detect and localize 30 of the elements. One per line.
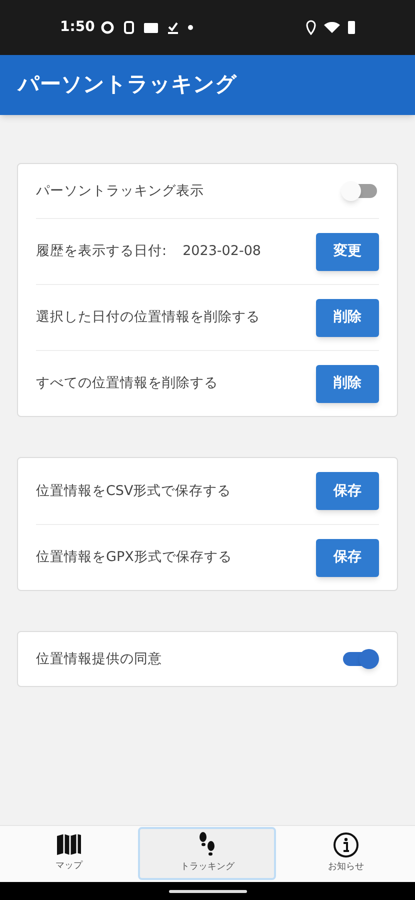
info-icon bbox=[332, 832, 359, 858]
setting-label: 履歴を表示する日付: bbox=[36, 242, 167, 262]
setting-label: パーソントラッキング表示 bbox=[36, 182, 204, 201]
action-button[interactable]: 保存 bbox=[316, 472, 379, 510]
card-icon bbox=[144, 22, 158, 32]
ring-icon bbox=[100, 21, 114, 34]
status-time: 1:50 bbox=[60, 18, 95, 37]
battery-icon bbox=[348, 21, 355, 34]
nav-tab[interactable]: マップ bbox=[0, 827, 138, 880]
setting-label: 位置情報提供の同意 bbox=[36, 650, 162, 669]
check-icon bbox=[168, 22, 178, 34]
nav-tab[interactable]: トラッキング bbox=[138, 827, 276, 880]
map-icon bbox=[56, 833, 82, 858]
action-button[interactable]: 変更 bbox=[316, 232, 379, 270]
date-value: 2023-02-08 bbox=[182, 242, 262, 262]
setting-label: 選択した日付の位置情報を削除する bbox=[36, 308, 260, 328]
toggle-switch[interactable] bbox=[341, 648, 379, 670]
action-button[interactable]: 保存 bbox=[316, 538, 379, 576]
action-button[interactable]: 削除 bbox=[316, 364, 379, 402]
toggle-switch[interactable] bbox=[341, 180, 379, 202]
dot-icon bbox=[188, 25, 193, 30]
location-icon bbox=[306, 20, 316, 35]
setting-label: 位置情報をGPX形式で保存する bbox=[36, 548, 232, 568]
footprints-icon bbox=[198, 832, 216, 858]
action-button[interactable]: 削除 bbox=[316, 298, 379, 336]
app-title: パーソントラッキング bbox=[18, 71, 237, 98]
nav-tab[interactable]: お知らせ bbox=[276, 827, 415, 880]
wifi-icon bbox=[324, 22, 340, 33]
setting-label: すべての位置情報を削除する bbox=[36, 374, 218, 394]
setting-label: 位置情報をCSV形式で保存する bbox=[36, 482, 232, 501]
